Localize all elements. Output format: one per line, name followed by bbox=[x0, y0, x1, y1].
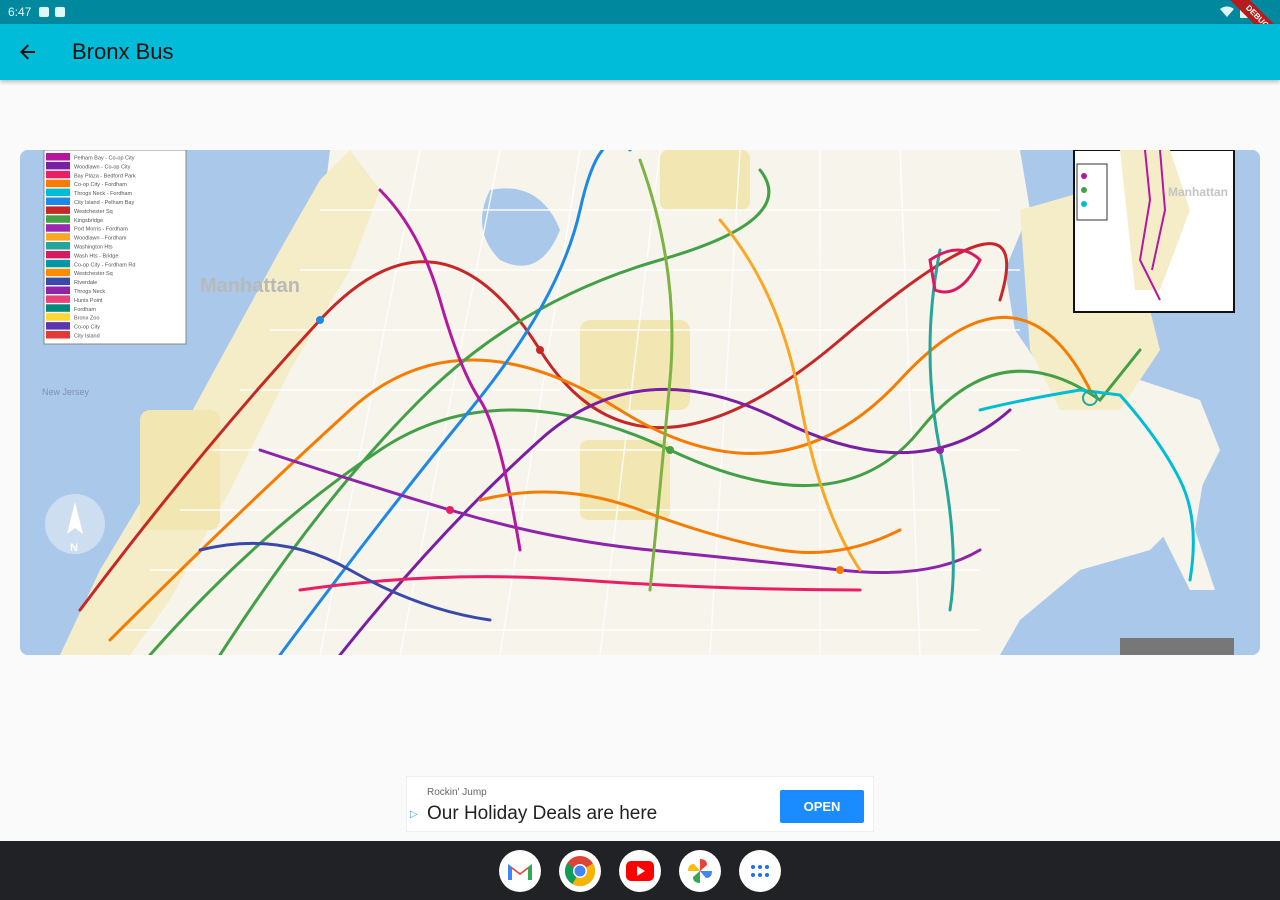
legend-swatch bbox=[46, 259, 70, 268]
legend-label: Riverdale bbox=[74, 280, 97, 286]
status-bar: 6:47 DEBUG bbox=[0, 0, 1280, 54]
legend-swatch bbox=[46, 153, 70, 161]
legend-swatch bbox=[46, 197, 70, 205]
legend-swatch bbox=[46, 286, 70, 294]
bus-map-svg: Manhattan New Jersey N Pelham Bay - Co-o… bbox=[20, 150, 1260, 655]
legend-swatch bbox=[46, 250, 70, 259]
status-time: 6:47 bbox=[8, 5, 32, 19]
ad-advertiser: Rockin' Jump bbox=[427, 787, 487, 798]
legend-label: Pelham Bay - Co-op City bbox=[74, 156, 135, 162]
photos-icon bbox=[688, 858, 712, 883]
app-bar: Bronx Bus bbox=[0, 24, 1280, 80]
legend-swatch bbox=[46, 206, 70, 214]
legend-swatch bbox=[46, 322, 70, 330]
gmail-icon bbox=[508, 863, 532, 880]
legend-swatch bbox=[46, 188, 70, 197]
compass-label: N bbox=[70, 542, 78, 554]
map-scale-box bbox=[1120, 638, 1234, 655]
legend-label: Throgs Neck bbox=[74, 289, 105, 295]
ad-open-button[interactable]: OPEN bbox=[780, 790, 864, 823]
legend-label: Woodlawn - Co-op City bbox=[74, 164, 131, 170]
map-label-new-jersey: New Jersey bbox=[42, 387, 90, 397]
compass-icon: N bbox=[45, 494, 105, 554]
legend-swatch bbox=[46, 268, 70, 277]
dock-gmail[interactable] bbox=[499, 849, 541, 892]
dock-youtube[interactable] bbox=[619, 849, 661, 892]
dock-photos[interactable] bbox=[679, 849, 721, 892]
legend-swatch bbox=[46, 179, 70, 188]
notification-icon bbox=[39, 7, 50, 17]
legend-label: City Island bbox=[74, 334, 100, 340]
bus-map-image[interactable]: Manhattan New Jersey N Pelham Bay - Co-o… bbox=[20, 150, 1260, 655]
youtube-icon bbox=[626, 860, 654, 881]
legend-label: Co-op City - Fordham bbox=[74, 182, 127, 188]
legend-label: Hunts Point bbox=[74, 298, 103, 304]
legend-swatch bbox=[46, 215, 70, 223]
ad-banner[interactable]: Rockin' Jump Our Holiday Deals are here … bbox=[406, 776, 874, 832]
legend-label: Fordham bbox=[74, 307, 96, 313]
legend-label: Woodlawn - Fordham bbox=[74, 236, 127, 242]
legend-swatch bbox=[46, 313, 70, 321]
legend-label: Westchester Sq bbox=[74, 271, 113, 277]
map-inset: Manhattan bbox=[1073, 150, 1235, 313]
dock-chrome[interactable] bbox=[559, 849, 601, 892]
legend-swatch bbox=[46, 242, 70, 250]
apps-grid-icon bbox=[751, 864, 769, 877]
legend-swatch bbox=[46, 304, 70, 312]
sd-card-icon bbox=[55, 7, 66, 17]
legend-label: Bronx Zoo bbox=[74, 316, 99, 322]
page-title: Bronx Bus bbox=[72, 39, 174, 64]
legend-label: Washington Hts bbox=[74, 245, 113, 251]
legend-swatch bbox=[46, 331, 70, 339]
legend-label: City Island - Pelham Bay bbox=[74, 200, 134, 206]
legend-label: Westchester Sq bbox=[74, 209, 113, 215]
legend-label: Co-op City bbox=[74, 325, 100, 331]
dock-app-launcher[interactable] bbox=[739, 849, 781, 892]
inset-label-manhattan: Manhattan bbox=[1168, 185, 1228, 199]
map-label-manhattan: Manhattan bbox=[200, 275, 300, 297]
chrome-icon bbox=[564, 855, 596, 886]
ad-choices-icon[interactable]: ▷ bbox=[410, 809, 418, 820]
legend-swatch bbox=[46, 224, 70, 232]
legend-swatch bbox=[46, 277, 70, 286]
legend-swatch bbox=[46, 233, 70, 241]
arrow-back-icon bbox=[20, 44, 35, 60]
legend-swatch bbox=[46, 295, 70, 303]
legend-label: Bay Plaza - Bedford Park bbox=[74, 173, 136, 179]
map-legend: Pelham Bay - Co-op City Woodlawn - Co-op … bbox=[43, 150, 187, 345]
taskbar bbox=[0, 841, 1280, 900]
legend-label: Throgs Neck - Fordham bbox=[74, 191, 132, 197]
wifi-icon bbox=[1220, 6, 1234, 17]
legend-label: Co-op City - Fordham Rd bbox=[74, 262, 135, 268]
legend-label: Kingsbridge bbox=[74, 218, 103, 224]
back-button[interactable] bbox=[0, 24, 56, 80]
legend-label: Port Morris - Fordham bbox=[74, 227, 128, 233]
legend-swatch bbox=[46, 161, 70, 170]
legend-label: Wash Hts - Bridge bbox=[74, 253, 118, 259]
legend-swatch bbox=[46, 170, 70, 179]
ad-headline: Our Holiday Deals are here bbox=[427, 803, 658, 824]
